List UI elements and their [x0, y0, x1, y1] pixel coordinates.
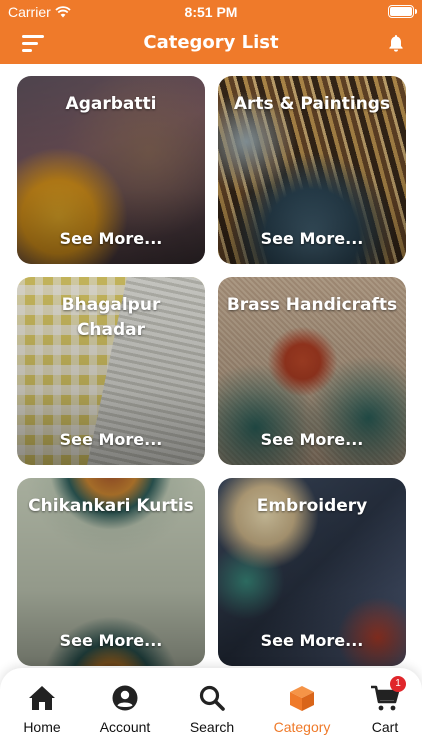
- page-title: Category List: [143, 32, 279, 53]
- category-card-bhagalpur-chadar[interactable]: Bhagalpur Chadar See More...: [17, 277, 205, 465]
- see-more-link[interactable]: See More...: [17, 631, 205, 650]
- see-more-link[interactable]: See More...: [218, 229, 406, 248]
- see-more-link[interactable]: See More...: [17, 430, 205, 449]
- app-header: Category List: [0, 24, 422, 64]
- top-bar: Carrier 8:51 PM Category List: [0, 0, 422, 64]
- category-card-arts-paintings[interactable]: Arts & Paintings See More...: [218, 76, 406, 264]
- category-grid: Agarbatti See More... Arts & Paintings S…: [17, 76, 407, 666]
- category-card-agarbatti[interactable]: Agarbatti See More...: [17, 76, 205, 264]
- category-card-chikankari-kurtis[interactable]: Chikankari Kurtis See More...: [17, 478, 205, 666]
- status-time: 8:51 PM: [184, 4, 238, 20]
- category-name: Chikankari Kurtis: [28, 496, 194, 516]
- category-card-embroidery[interactable]: Embroidery See More...: [218, 478, 406, 666]
- see-more-link[interactable]: See More...: [218, 631, 406, 650]
- nav-item-home[interactable]: Home: [2, 682, 82, 735]
- category-name: Embroidery: [256, 496, 368, 516]
- category-name: Brass Handicrafts: [226, 295, 398, 315]
- see-more-link[interactable]: See More...: [17, 229, 205, 248]
- nav-label: Search: [189, 719, 235, 735]
- nav-label: Home: [23, 719, 61, 735]
- category-card-brass-handicrafts[interactable]: Brass Handicrafts See More...: [218, 277, 406, 465]
- bottom-nav: Home Account Search Category 1 Cart: [0, 668, 422, 750]
- nav-item-search[interactable]: Search: [172, 682, 252, 735]
- nav-label: Category: [273, 719, 331, 735]
- battery-icon: [388, 5, 417, 18]
- nav-item-category[interactable]: Category: [262, 682, 342, 735]
- category-box-icon: [290, 686, 314, 711]
- cart-count-badge: 1: [390, 676, 406, 692]
- nav-item-account[interactable]: Account: [85, 682, 165, 735]
- see-more-link[interactable]: See More...: [218, 430, 406, 449]
- category-name: Bhagalpur Chadar: [61, 295, 161, 340]
- category-name: Agarbatti: [65, 94, 157, 114]
- status-bar: Carrier 8:51 PM: [0, 0, 422, 24]
- nav-label: Account: [99, 719, 151, 735]
- home-icon: [29, 686, 55, 710]
- nav-label: Cart: [371, 719, 399, 735]
- nav-item-cart[interactable]: 1 Cart: [345, 676, 422, 735]
- category-name: Arts & Paintings: [233, 94, 391, 114]
- bell-icon[interactable]: [388, 34, 404, 52]
- search-icon: [199, 685, 225, 711]
- account-icon: [112, 685, 138, 711]
